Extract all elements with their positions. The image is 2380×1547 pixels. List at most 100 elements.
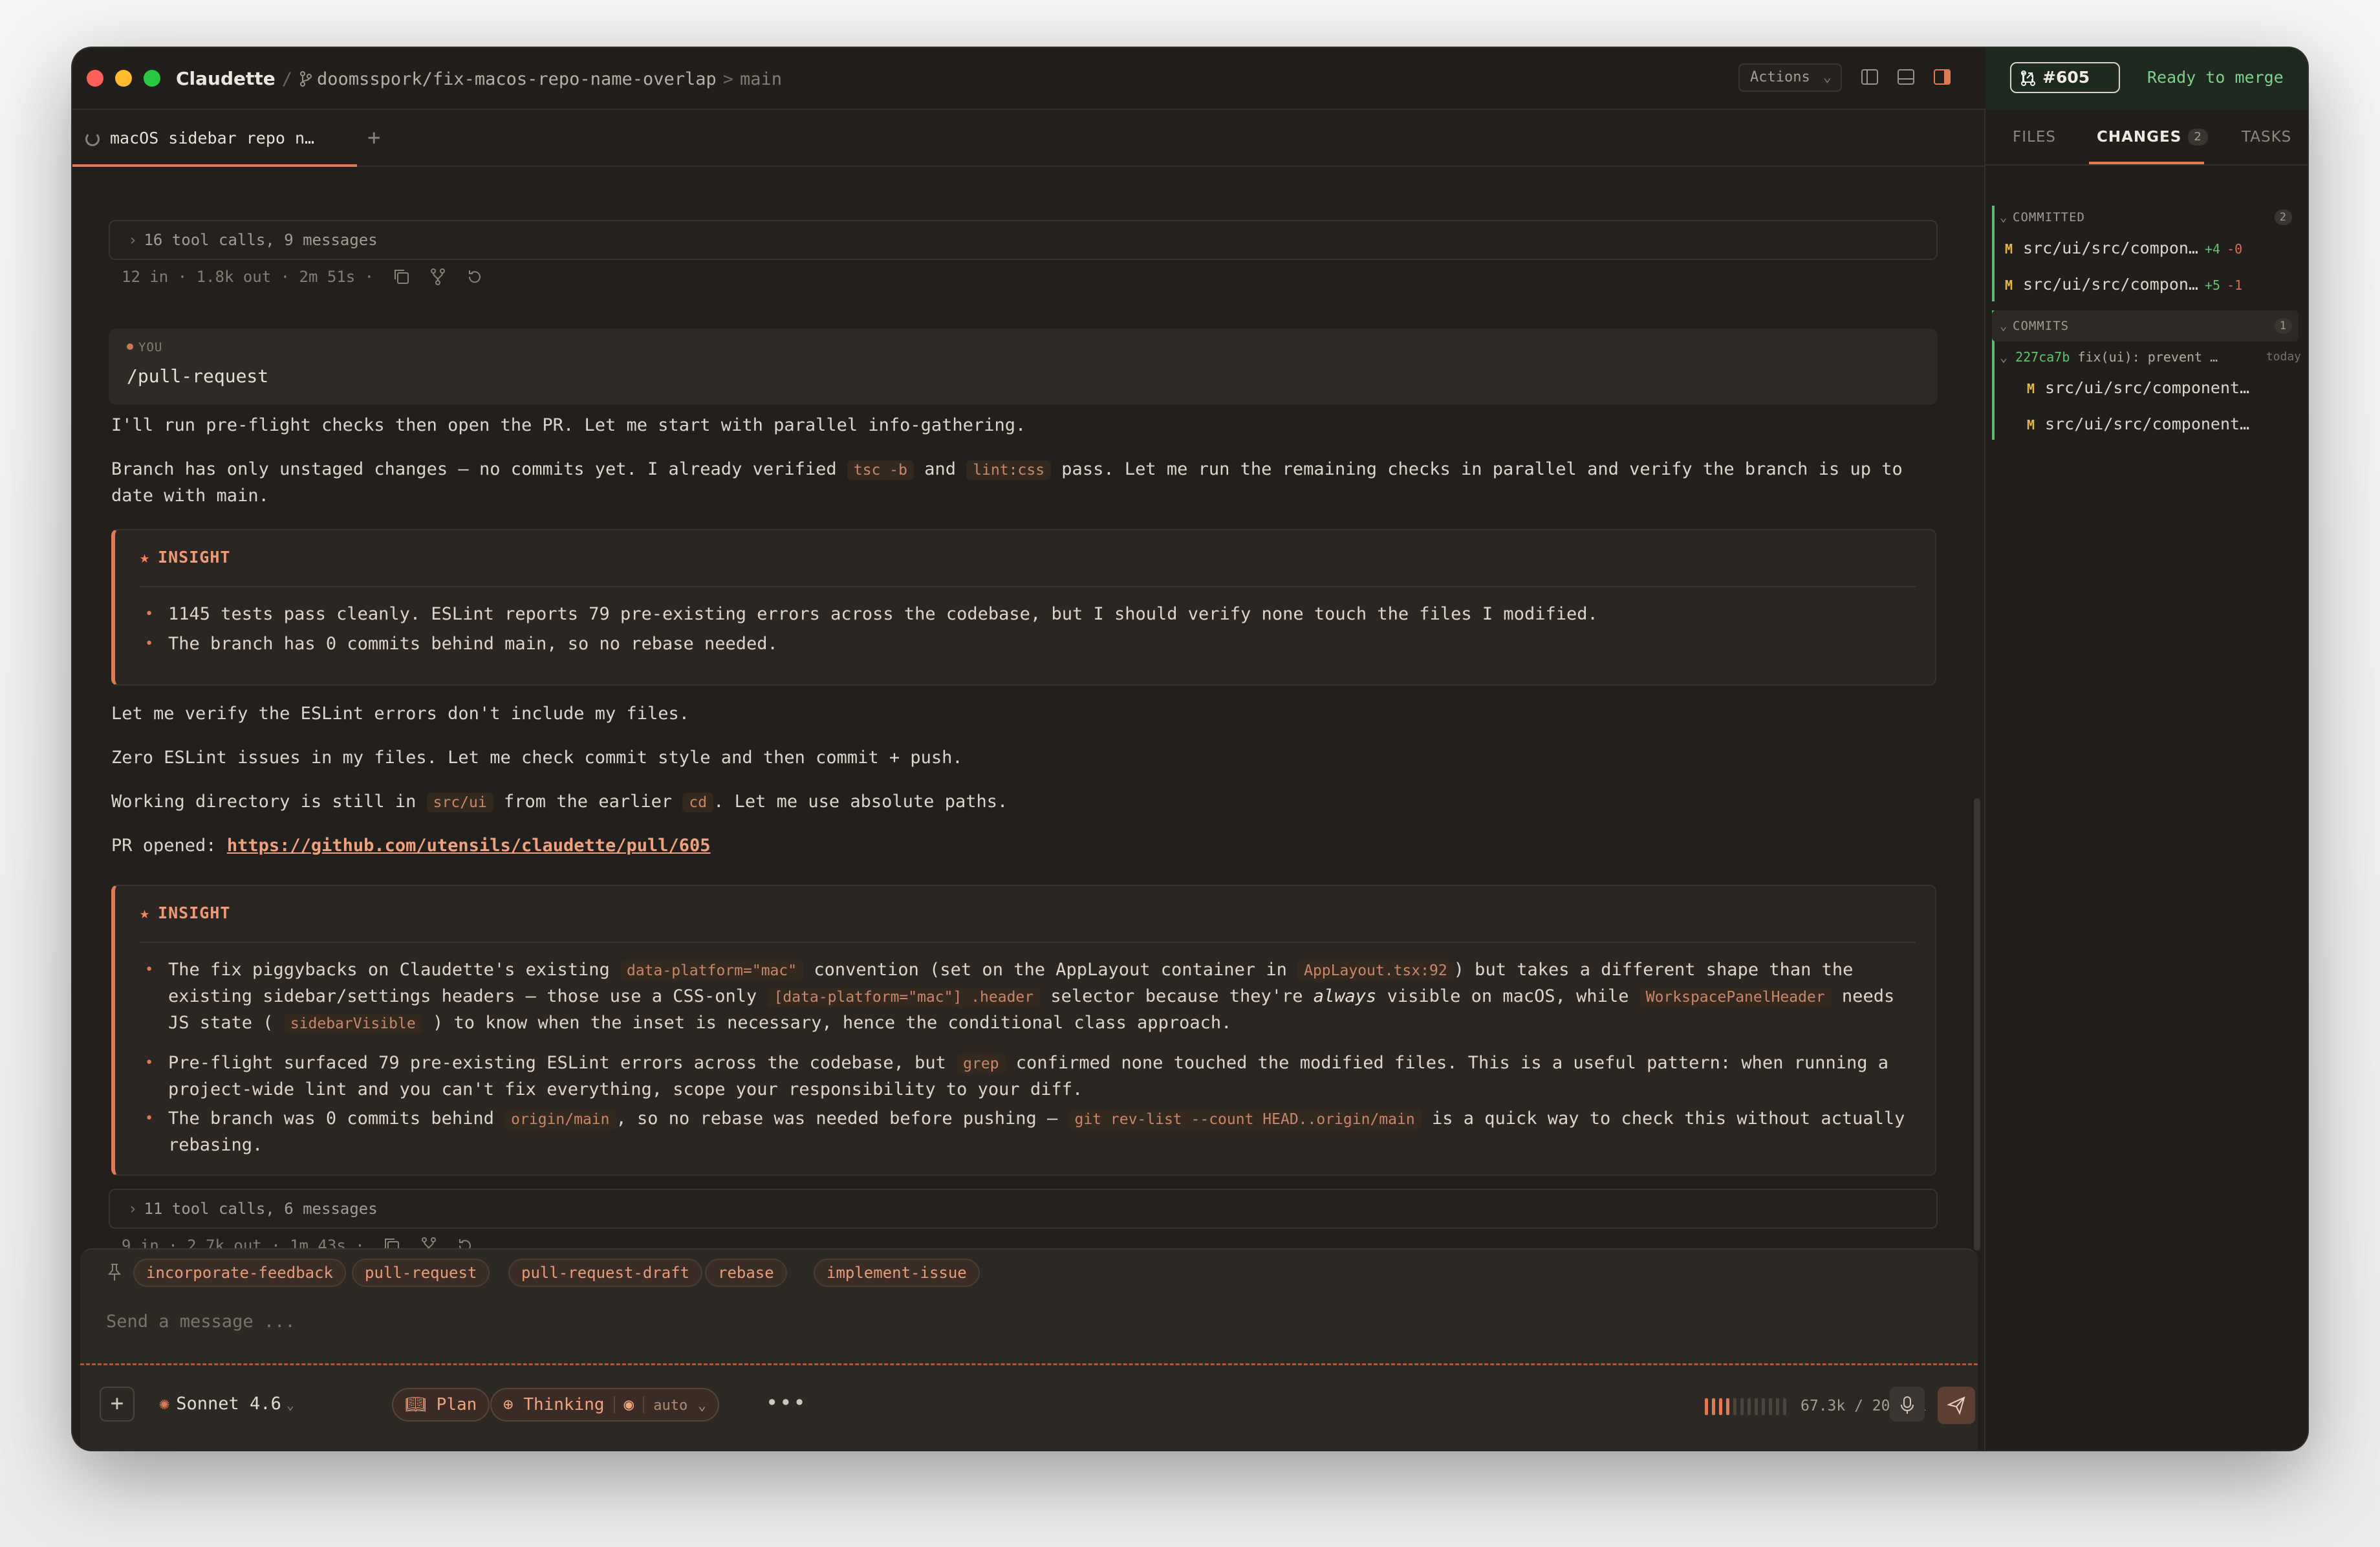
tool-calls-summary[interactable]: › 16 tool calls, 9 messages bbox=[109, 220, 1938, 260]
insight-card: ★ INSIGHT • The fix piggybacks on Claudett… bbox=[111, 885, 1936, 1176]
conversation-pane: › 16 tool calls, 9 messages 12 in · 1.8k … bbox=[72, 168, 1984, 1248]
close-window-button[interactable] bbox=[87, 70, 103, 87]
pin-icon[interactable] bbox=[106, 1262, 123, 1282]
assistant-text: I'll run pre-flight checks then open the… bbox=[111, 415, 1026, 435]
attach-button[interactable]: + bbox=[100, 1387, 135, 1422]
title-bar: Claudette / doomsspork/fix-macos-repo-name… bbox=[72, 48, 2308, 110]
tab-label: macOS sidebar repo n… bbox=[110, 129, 315, 147]
retry-icon[interactable] bbox=[456, 1237, 474, 1248]
insight-card: ★ INSIGHT • 1145 tests pass cleanly. ESLin… bbox=[111, 529, 1936, 686]
assistant-text: Working directory is still in src/ui fro… bbox=[111, 792, 1008, 812]
skill-chip[interactable]: pull-request-draft bbox=[508, 1259, 703, 1287]
message-stats: 9 in · 2.7k out · 1m 43s · bbox=[122, 1237, 365, 1248]
composer: incorporate-feedback pull-request pull-r… bbox=[80, 1248, 1978, 1450]
changed-file[interactable]: Msrc/ui/src/compon… +5 -1 bbox=[2005, 272, 2300, 298]
context-meter-segment bbox=[1705, 1398, 1708, 1415]
thinking-toggle[interactable]: ⊕ Thinking ◉ auto ⌄ bbox=[490, 1388, 720, 1422]
tab-tasks[interactable]: TASKS bbox=[2242, 124, 2291, 150]
inline-code: cd bbox=[682, 793, 714, 812]
fork-icon[interactable] bbox=[429, 268, 447, 286]
retry-icon[interactable] bbox=[466, 268, 484, 286]
commit-entry[interactable]: ⌄ 227ca7b fix(ui): prevent … today bbox=[2000, 344, 2304, 370]
pr-link[interactable]: https://github.com/utensils/claudette/pu… bbox=[227, 836, 711, 856]
context-meter-segment bbox=[1776, 1398, 1779, 1415]
message-meta: 9 in · 2.7k out · 1m 43s · bbox=[122, 1234, 474, 1248]
book-icon: 📖︎ bbox=[405, 1395, 427, 1414]
send-button[interactable] bbox=[1938, 1387, 1975, 1424]
toggle-sidebar-icon[interactable] bbox=[1860, 67, 1879, 87]
chevron-down-icon: ⌄ bbox=[286, 1397, 294, 1412]
tool-calls-summary[interactable]: › 11 tool calls, 6 messages bbox=[109, 1189, 1938, 1229]
base-branch[interactable]: main bbox=[740, 69, 782, 89]
message-input[interactable]: Send a message ... bbox=[106, 1308, 296, 1336]
skill-chip[interactable]: pull-request bbox=[352, 1259, 490, 1287]
brain-icon: ⊕ bbox=[503, 1395, 514, 1414]
context-meter-segment bbox=[1755, 1398, 1758, 1415]
eye-icon: ◉ bbox=[623, 1395, 634, 1414]
insight-item: • 1145 tests pass cleanly. ESLint reports… bbox=[145, 604, 1598, 624]
app-name[interactable]: Claudette bbox=[176, 68, 276, 89]
chevron-down-icon: ⌄ bbox=[2000, 210, 2008, 224]
model-selector[interactable]: ✺ Sonnet 4.6 ⌄ bbox=[159, 1387, 294, 1422]
skill-chip[interactable]: rebase bbox=[705, 1259, 787, 1287]
minimize-window-button[interactable] bbox=[115, 70, 132, 87]
git-branch-icon bbox=[300, 71, 312, 87]
external-link-icon bbox=[2022, 72, 2033, 83]
user-label: YOU bbox=[127, 340, 162, 354]
assistant-text: Zero ESLint issues in my files. Let me c… bbox=[111, 748, 963, 768]
skill-chip[interactable]: incorporate-feedback bbox=[133, 1259, 346, 1287]
tab-changes[interactable]: CHANGES 2 bbox=[2097, 124, 2208, 150]
assistant-text: PR opened: https://github.com/utensils/c… bbox=[111, 836, 711, 856]
right-sidebar: FILES CHANGES 2 TASKS ⌄ COMMITTED 2 Msrc/ui… bbox=[1984, 110, 2308, 1450]
copy-icon[interactable] bbox=[383, 1237, 401, 1248]
microphone-icon bbox=[1901, 1396, 1914, 1414]
star-icon: ★ bbox=[140, 903, 151, 922]
context-meter-segment bbox=[1740, 1398, 1744, 1415]
insight-title: ★ INSIGHT bbox=[140, 548, 231, 567]
tab-session[interactable]: macOS sidebar repo n… bbox=[72, 110, 357, 167]
tool-calls-label: 16 tool calls, 9 messages bbox=[144, 231, 378, 249]
insight-item: • The branch was 0 commits behind origin/… bbox=[145, 1109, 1905, 1155]
chevron-right-icon: › bbox=[128, 231, 138, 249]
loading-spinner-icon bbox=[85, 132, 100, 146]
new-tab-button[interactable]: + bbox=[367, 122, 380, 154]
sparkle-icon: ✺ bbox=[159, 1394, 170, 1414]
commit-file[interactable]: Msrc/ui/src/component… bbox=[2027, 411, 2308, 438]
conversation-scrollbar[interactable] bbox=[1974, 798, 1980, 1251]
toggle-right-panel-icon[interactable] bbox=[1932, 67, 1952, 87]
breadcrumb-separator: > bbox=[722, 69, 734, 89]
context-usage-meter bbox=[1705, 1398, 1790, 1415]
session-tabs: macOS sidebar repo n… + bbox=[72, 110, 1984, 167]
branch-name[interactable]: doomsspork/fix-macos-repo-name-overlap bbox=[317, 69, 717, 89]
context-meter-segment bbox=[1747, 1398, 1751, 1415]
tab-files[interactable]: FILES bbox=[2013, 124, 2056, 150]
changes-count: 2 bbox=[2188, 129, 2208, 146]
chevron-down-icon: ⌄ bbox=[1823, 69, 1832, 85]
pr-number: #605 bbox=[2042, 68, 2090, 87]
user-message-text: /pull-request bbox=[127, 365, 269, 387]
plan-toggle[interactable]: 📖︎ Plan bbox=[392, 1388, 490, 1422]
changed-file[interactable]: Msrc/ui/src/compon… +4 -0 bbox=[2005, 235, 2300, 262]
breadcrumb-separator: / bbox=[281, 69, 293, 89]
inline-code: lint:css bbox=[966, 460, 1052, 480]
fork-icon[interactable] bbox=[420, 1237, 438, 1248]
context-meter-segment bbox=[1762, 1398, 1765, 1415]
composer-toolbar: + ✺ Sonnet 4.6 ⌄ 📖︎ Plan ⊕ Thinking ◉ auto ⌄… bbox=[80, 1379, 1978, 1431]
copy-icon[interactable] bbox=[393, 268, 411, 286]
send-icon bbox=[1947, 1396, 1965, 1415]
actions-label: Actions bbox=[1750, 69, 1810, 85]
microphone-button[interactable] bbox=[1890, 1387, 1925, 1422]
pr-badge[interactable]: #605 bbox=[2010, 62, 2120, 93]
skill-chip[interactable]: implement-issue bbox=[814, 1259, 980, 1287]
commits-section-header[interactable]: ⌄ COMMITS 1 bbox=[1992, 310, 2299, 341]
inline-code: src/ui bbox=[426, 793, 493, 812]
insight-item: • The fix piggybacks on Claudette's exist… bbox=[145, 960, 1895, 1033]
commit-file[interactable]: Msrc/ui/src/component… bbox=[2027, 375, 2308, 402]
more-options-button[interactable]: ••• bbox=[766, 1387, 807, 1419]
context-meter-segment bbox=[1733, 1398, 1736, 1415]
insight-item: • Pre-flight surfaced 79 pre-existing ESL… bbox=[145, 1053, 1888, 1099]
zoom-window-button[interactable] bbox=[144, 70, 160, 87]
committed-section-header[interactable]: ⌄ COMMITTED 2 bbox=[1992, 202, 2299, 233]
toggle-bottom-panel-icon[interactable] bbox=[1896, 67, 1916, 87]
actions-dropdown[interactable]: Actions ⌄ bbox=[1738, 63, 1842, 92]
